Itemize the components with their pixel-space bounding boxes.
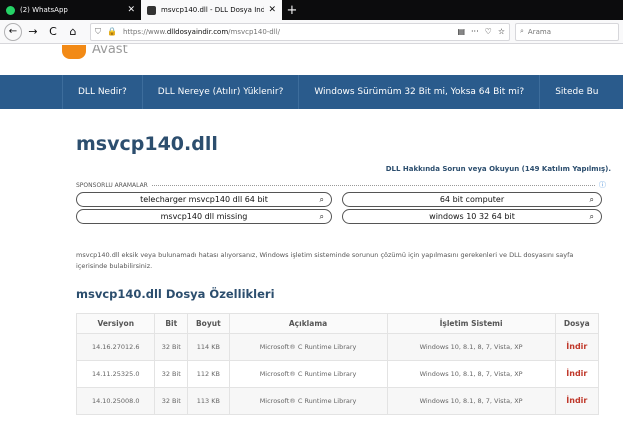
ad-search-link[interactable]: telecharger msvcp140 dll 64 bit ⌕ [76,192,332,207]
home-button[interactable]: ⌂ [64,23,82,41]
search-icon: ⌕ [319,211,324,221]
divider [151,184,595,186]
tab-title: msvcp140.dll - DLL Dosya İndir [161,6,265,14]
version-cell: 14.16.27012.6 [75,333,156,361]
size-cell: 112 KB [187,360,230,388]
logo-text: Avast [92,45,128,57]
page-actions-icon[interactable]: ··· [471,27,479,36]
size-cell: 114 KB [187,333,230,361]
ad-search-link[interactable]: 64 bit computer ⌕ [342,192,602,207]
tab-whatsapp[interactable]: (2) WhatsApp ✕ [0,0,141,20]
search-input[interactable]: ⌕ Arama [515,22,619,41]
column-header: Versiyon [75,313,156,334]
logo-mark [62,45,86,59]
table-row: 14.10.25008.0 32 Bit 113 KB Microsoft® C… [75,387,600,415]
column-header: İşletim Sistemi [386,313,556,334]
tab-bar: (2) WhatsApp ✕ msvcp140.dll - DLL Dosya … [0,0,623,20]
close-icon[interactable]: ✕ [268,5,276,15]
description-cell: Microsoft® C Runtime Library [228,333,388,361]
search-icon: ⌕ [589,211,594,221]
forward-button[interactable]: → [24,23,42,41]
description-cell: Microsoft® C Runtime Library [228,360,388,388]
nav-item-dll-nereye[interactable]: DLL Nereye (Atılır) Yüklenir? [141,75,299,109]
sponsored-label: SPONSORLU ARAMALAR [76,181,148,189]
close-icon[interactable]: ✕ [127,5,135,15]
tab-dll[interactable]: msvcp140.dll - DLL Dosya İndir ✕ [141,0,282,20]
search-icon: ⌕ [589,194,594,204]
url-bar[interactable]: ⛉ 🔒 https://www.dlldosyaindir.com/msvcp1… [90,22,510,41]
tab-title: (2) WhatsApp [20,6,68,14]
navigation-bar: ← → C ⌂ ⛉ 🔒 https://www.dlldosyaindir.co… [0,20,623,44]
dll-site-icon [147,5,156,15]
download-link[interactable]: İndir [554,387,600,415]
sponsored-header: SPONSORLU ARAMALAR ⓘ [76,180,606,190]
column-header: Açıklama [228,313,388,334]
info-icon[interactable]: ⓘ [599,180,606,190]
nav-item-dll-nedir[interactable]: DLL Nedir? [62,75,142,109]
ad-label: telecharger msvcp140 dll 64 bit [140,195,268,204]
version-cell: 14.11.25325.0 [75,360,156,388]
bookmark-star-icon[interactable]: ☆ [498,27,505,36]
search-icon: ⌕ [520,27,524,35]
search-placeholder: Arama [527,27,551,36]
lock-icon[interactable]: 🔒 [107,27,117,36]
ad-search-link[interactable]: msvcp140 dll missing ⌕ [76,209,332,224]
ad-label: msvcp140 dll missing [160,212,248,221]
os-cell: Windows 10, 8.1, 8, 7, Vista, XP [386,360,556,388]
description-text: msvcp140.dll eksik veya bulunamadı hatas… [76,251,574,270]
nav-item-windows-surum[interactable]: Windows Sürümüm 32 Bit mi, Yoksa 64 Bit … [298,75,539,109]
page-title: msvcp140.dll [76,133,218,155]
table-header-row: Versiyon Bit Boyut Açıklama İşletim Sist… [75,313,600,334]
site-logo[interactable]: Avast [62,45,128,59]
os-cell: Windows 10, 8.1, 8, 7, Vista, XP [386,387,556,415]
os-cell: Windows 10, 8.1, 8, 7, Vista, XP [386,333,556,361]
bit-cell: 32 Bit [154,387,189,415]
whatsapp-icon [6,5,15,15]
search-icon: ⌕ [319,194,324,204]
section-title: msvcp140.dll Dosya Özellikleri [76,287,275,301]
ad-label: 64 bit computer [439,195,505,204]
download-link[interactable]: İndir [554,360,600,388]
table-row: 14.11.25325.0 32 Bit 112 KB Microsoft® C… [75,360,600,388]
new-tab-button[interactable]: + [282,0,302,20]
reload-button[interactable]: C [44,23,62,41]
column-header: Dosya [554,313,600,334]
bit-cell: 32 Bit [154,360,189,388]
column-header: Bit [154,313,189,334]
ad-label: windows 10 32 64 bit [429,212,515,221]
size-cell: 113 KB [187,387,230,415]
report-link[interactable]: DLL Hakkında Sorun veya Okuyun (149 Katı… [386,165,611,173]
site-nav: DLL Nedir? DLL Nereye (Atılır) Yüklenir?… [0,75,623,109]
pocket-icon[interactable]: ♡ [485,27,492,36]
description-cell: Microsoft® C Runtime Library [228,387,388,415]
ad-search-link[interactable]: windows 10 32 64 bit ⌕ [342,209,602,224]
shield-icon[interactable]: ⛉ [95,27,101,37]
file-properties-table: Versiyon Bit Boyut Açıklama İşletim Sist… [75,313,600,415]
url-text: https://www.dlldosyaindir.com/msvcp140-d… [122,27,280,36]
download-link[interactable]: İndir [554,333,600,361]
back-button[interactable]: ← [4,22,22,41]
bit-cell: 32 Bit [154,333,189,361]
nav-item-sitede[interactable]: Sitede Bu [539,75,613,109]
reader-view-icon[interactable]: ▤ [457,27,465,36]
column-header: Boyut [187,313,230,334]
version-cell: 14.10.25008.0 [75,387,156,415]
table-row: 14.16.27012.6 32 Bit 114 KB Microsoft® C… [75,333,600,361]
page-content: Avast DLL Nedir? DLL Nereye (Atılır) Yük… [0,45,623,428]
